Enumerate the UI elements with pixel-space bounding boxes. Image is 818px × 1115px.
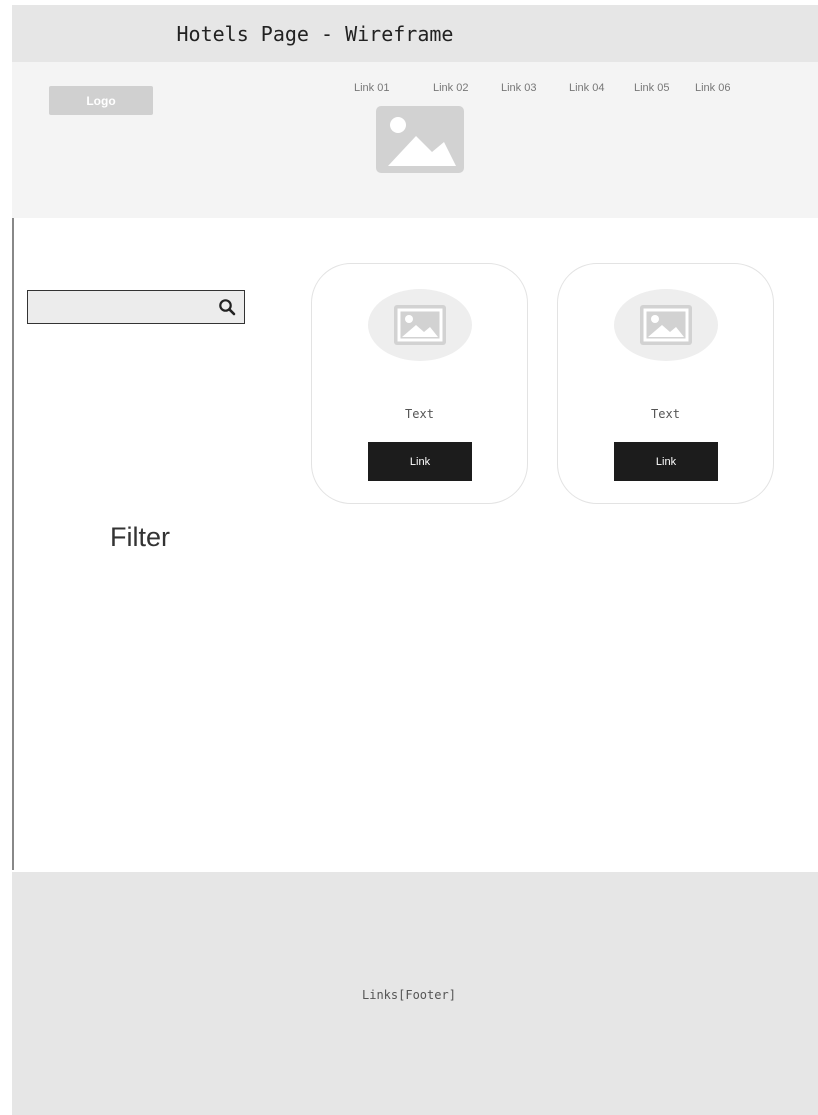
filter-label: Filter [110, 522, 170, 552]
header: Logo Link 01 Link 02 Link 03 Link 04 Lin… [12, 62, 818, 218]
image-placeholder-icon [388, 117, 456, 166]
image-placeholder-icon [643, 308, 689, 342]
card-image-placeholder [394, 305, 446, 345]
logo[interactable]: Logo [49, 86, 153, 115]
page-title: Hotels Page - Wireframe [176, 21, 454, 46]
nav-link-02[interactable]: Link 02 [433, 82, 468, 94]
hotel-card: Text Link [311, 263, 528, 504]
image-placeholder-icon [397, 308, 443, 342]
nav-link-04[interactable]: Link 04 [569, 82, 604, 94]
left-divider [12, 218, 14, 870]
nav-link-06[interactable]: Link 06 [695, 82, 730, 94]
card-link-button[interactable]: Link [368, 442, 472, 481]
nav-link-03[interactable]: Link 03 [501, 82, 536, 94]
footer: Links[Footer] [12, 872, 818, 1115]
card-image-frame [368, 289, 472, 361]
card-text: Text [405, 407, 434, 421]
hotel-card: Text Link [557, 263, 774, 504]
nav-link-05[interactable]: Link 05 [634, 82, 669, 94]
nav-link-01[interactable]: Link 01 [354, 82, 389, 94]
search-input[interactable] [27, 290, 245, 324]
hero-image-placeholder [376, 106, 464, 173]
card-text: Text [651, 407, 680, 421]
footer-links[interactable]: Links[Footer] [362, 988, 456, 1002]
card-image-frame [614, 289, 718, 361]
title-bar: Hotels Page - Wireframe [12, 5, 818, 62]
search-icon[interactable] [218, 298, 236, 316]
card-link-button[interactable]: Link [614, 442, 718, 481]
card-image-placeholder [640, 305, 692, 345]
